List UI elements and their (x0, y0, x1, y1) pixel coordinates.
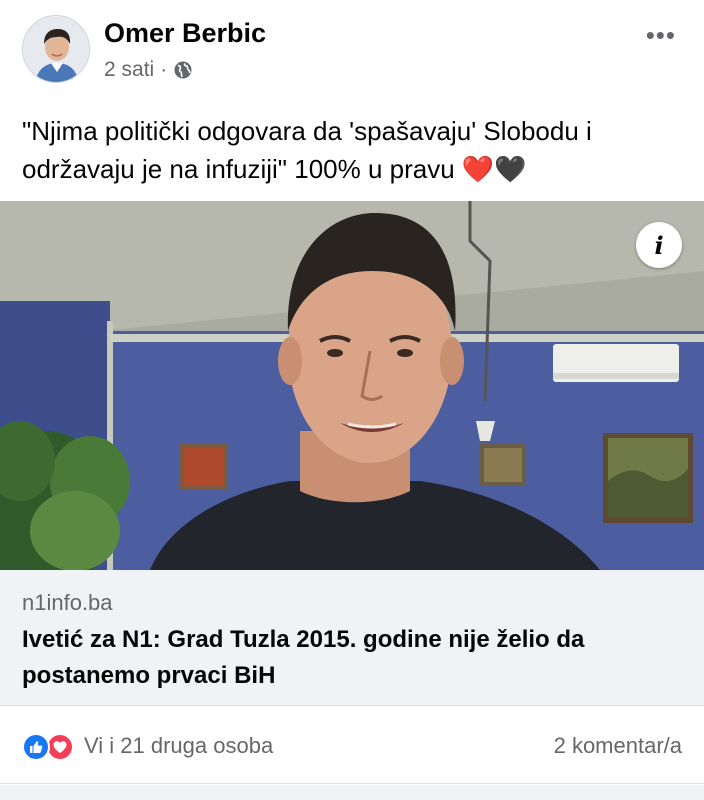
reaction-icons[interactable] (22, 733, 78, 761)
post-time[interactable]: 2 sati (104, 58, 154, 82)
post-meta: 2 sati · (104, 58, 193, 82)
link-preview[interactable]: n1info.ba Ivetić za N1: Grad Tuzla 2015.… (0, 570, 704, 706)
video-still (0, 201, 704, 570)
post-separator (0, 785, 704, 800)
link-domain: n1info.ba (22, 590, 113, 615)
love-icon (46, 733, 74, 761)
info-button[interactable]: i (636, 222, 682, 268)
avatar-portrait (23, 16, 89, 82)
author-name[interactable]: Omer Berbic (104, 18, 266, 49)
link-preview-image[interactable]: i (0, 201, 704, 570)
author-avatar[interactable] (22, 15, 90, 83)
post-text: "Njima politički odgovara da 'spašavaju'… (22, 116, 592, 184)
post-header: Omer Berbic 2 sati · ••• (0, 0, 704, 100)
more-options-button[interactable]: ••• (646, 22, 676, 48)
link-title[interactable]: Ivetić za N1: Grad Tuzla 2015. godine ni… (22, 622, 682, 694)
like-icon (22, 733, 50, 761)
reactions-bar: Vi i 21 druga osoba 2 komentar/a (0, 706, 704, 784)
reactions-count[interactable]: Vi i 21 druga osoba (84, 733, 273, 759)
comments-count[interactable]: 2 komentar/a (554, 733, 682, 759)
meta-separator: · (160, 58, 168, 81)
globe-icon (173, 60, 193, 80)
